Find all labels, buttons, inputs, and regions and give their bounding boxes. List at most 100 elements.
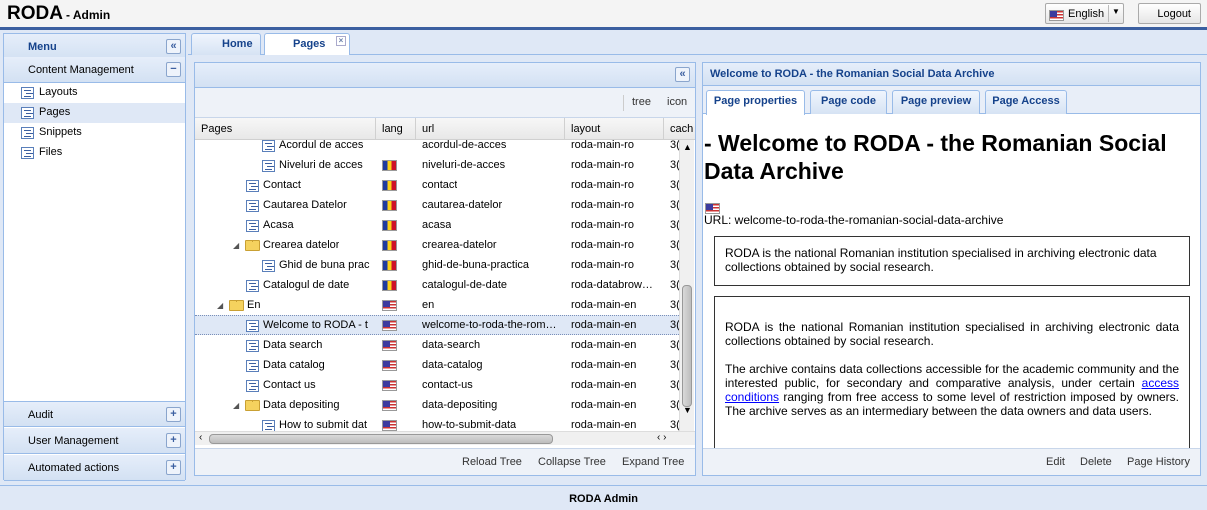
- language-divider: [1108, 5, 1109, 22]
- row-layout: roda-main-ro: [571, 239, 634, 251]
- table-row[interactable]: Data search data-search roda-main-en 3(: [195, 335, 679, 355]
- page-icon: [246, 180, 259, 192]
- expand-arrow-icon[interactable]: ◢: [233, 401, 239, 410]
- table-row[interactable]: ◢ Crearea datelor crearea-datelor roda-main…: [195, 235, 679, 255]
- table-row[interactable]: Catalogul de date catalogul-de-date roda-d…: [195, 275, 679, 295]
- panel-splitter[interactable]: [697, 62, 701, 476]
- scroll-right-icon[interactable]: ‹ ›: [657, 432, 666, 443]
- expand-icon[interactable]: +: [166, 433, 181, 448]
- table-row[interactable]: Acordul de acces acordul-de-acces roda-mai…: [195, 140, 679, 155]
- horizontal-scrollbar[interactable]: ‹ ‹ ›: [195, 431, 695, 445]
- table-row[interactable]: Contact contact roda-main-ro 3(: [195, 175, 679, 195]
- us-flag-icon: [382, 320, 397, 331]
- menu-item-snippets[interactable]: Snippets: [4, 123, 185, 143]
- row-cache: 3(: [670, 259, 679, 271]
- table-row[interactable]: Data catalog data-catalog roda-main-en 3(: [195, 355, 679, 375]
- tab-pages[interactable]: Pages ×: [264, 33, 350, 55]
- row-cache: 3(: [670, 219, 679, 231]
- page-properties-content: - Welcome to RODA - the Romanian Social …: [703, 115, 1200, 448]
- collapse-icon[interactable]: −: [166, 62, 181, 77]
- column-url[interactable]: url: [416, 118, 565, 140]
- tab-page-properties[interactable]: Page properties: [706, 90, 805, 115]
- expand-arrow-icon[interactable]: ◢: [233, 241, 239, 250]
- expand-icon[interactable]: +: [166, 460, 181, 475]
- menu-item-label: Layouts: [39, 86, 78, 98]
- collapse-left-icon[interactable]: «: [166, 39, 181, 54]
- row-layout: roda-main-en: [571, 339, 637, 351]
- tab-label: Home: [222, 38, 253, 50]
- row-cache: 3(: [670, 159, 679, 171]
- ro-flag-icon: [382, 180, 397, 191]
- app-title: RODA - Admin: [7, 3, 110, 25]
- section-audit[interactable]: Audit +: [4, 401, 185, 427]
- row-layout: roda-main-ro: [571, 199, 634, 211]
- row-layout: roda-main-ro: [571, 140, 634, 151]
- vertical-scrollbar[interactable]: ▲ ▼: [679, 140, 694, 431]
- scroll-thumb[interactable]: [682, 285, 692, 407]
- expand-arrow-icon[interactable]: ◢: [217, 301, 223, 310]
- icon-view-button[interactable]: icon: [667, 96, 687, 108]
- menu-item-pages[interactable]: Pages: [4, 103, 185, 123]
- row-name: Data catalog: [263, 359, 325, 371]
- table-row[interactable]: ◢ Data depositing data-depositing roda-main…: [195, 395, 679, 415]
- tab-page-access[interactable]: Page Access: [985, 90, 1067, 114]
- row-cache: 3(: [670, 419, 679, 431]
- expand-icon[interactable]: +: [166, 407, 181, 422]
- menu-item-files[interactable]: Files: [4, 143, 185, 163]
- tab-home[interactable]: Home: [191, 33, 261, 55]
- summary-box: RODA is the national Romanian institutio…: [714, 236, 1190, 286]
- collapse-tree-button[interactable]: Collapse Tree: [538, 456, 606, 468]
- main-tabs: Home Pages ×: [188, 33, 1207, 55]
- menu-item-layouts[interactable]: Layouts: [4, 83, 185, 103]
- page-icon: [246, 340, 259, 352]
- tree-view-button[interactable]: tree: [632, 96, 651, 108]
- scroll-down-icon[interactable]: ▼: [683, 405, 692, 415]
- page-icon: [262, 160, 275, 172]
- close-icon[interactable]: ×: [336, 36, 346, 46]
- edit-button[interactable]: Edit: [1046, 456, 1065, 468]
- section-user-management[interactable]: User Management +: [4, 428, 185, 454]
- scroll-left-icon[interactable]: ‹: [199, 432, 202, 443]
- table-row[interactable]: Ghid de buna prac ghid-de-buna-practica ro…: [195, 255, 679, 275]
- reload-tree-button[interactable]: Reload Tree: [462, 456, 522, 468]
- us-flag-icon: [382, 360, 397, 371]
- column-pages[interactable]: Pages: [195, 118, 376, 140]
- tab-label: Pages: [293, 38, 326, 50]
- body-text: The archive contains data collections ac…: [725, 362, 1179, 390]
- scroll-up-icon[interactable]: ▲: [683, 142, 692, 152]
- folder-icon: [245, 240, 260, 251]
- row-url: niveluri-de-acces: [422, 159, 506, 171]
- page-icon: [246, 200, 259, 212]
- delete-button[interactable]: Delete: [1080, 456, 1112, 468]
- section-content-management[interactable]: Content Management −: [4, 57, 185, 83]
- scroll-thumb[interactable]: [209, 434, 553, 444]
- row-url: crearea-datelor: [422, 239, 497, 251]
- table-row[interactable]: Contact us contact-us roda-main-en 3(: [195, 375, 679, 395]
- collapse-left-icon[interactable]: «: [675, 67, 690, 82]
- tab-page-preview[interactable]: Page preview: [892, 90, 980, 114]
- column-layout[interactable]: layout: [565, 118, 664, 140]
- logout-button[interactable]: Logout: [1138, 3, 1201, 24]
- section-automated-actions[interactable]: Automated actions +: [4, 455, 185, 481]
- pages-footer: Reload Tree Collapse Tree Expand Tree: [195, 448, 695, 475]
- table-row[interactable]: Cautarea Datelor cautarea-datelor roda-mai…: [195, 195, 679, 215]
- table-row[interactable]: Niveluri de acces niveluri-de-acces roda-m…: [195, 155, 679, 175]
- row-name: Crearea datelor: [263, 239, 340, 251]
- table-row[interactable]: Acasa acasa roda-main-ro 3(: [195, 215, 679, 235]
- row-name: Contact: [263, 179, 301, 191]
- row-url: cautarea-datelor: [422, 199, 503, 211]
- language-select[interactable]: English ▼: [1045, 3, 1124, 24]
- table-row[interactable]: How to submit dat how-to-submit-data roda-…: [195, 415, 679, 431]
- column-cache[interactable]: cach: [664, 118, 695, 140]
- column-lang[interactable]: lang: [376, 118, 416, 140]
- expand-tree-button[interactable]: Expand Tree: [622, 456, 684, 468]
- tab-page-code[interactable]: Page code: [810, 90, 887, 114]
- row-layout: roda-databrow…: [571, 279, 653, 291]
- table-row-selected[interactable]: Welcome to RODA - t welcome-to-roda-the-r…: [195, 315, 679, 335]
- chevron-down-icon[interactable]: ▼: [1112, 7, 1120, 16]
- table-row[interactable]: ◢ En en roda-main-en 3(: [195, 295, 679, 315]
- row-name: Ghid de buna prac: [279, 259, 370, 271]
- app-subtitle: - Admin: [65, 8, 111, 22]
- page-history-button[interactable]: Page History: [1127, 456, 1190, 468]
- row-url: data-depositing: [422, 399, 498, 411]
